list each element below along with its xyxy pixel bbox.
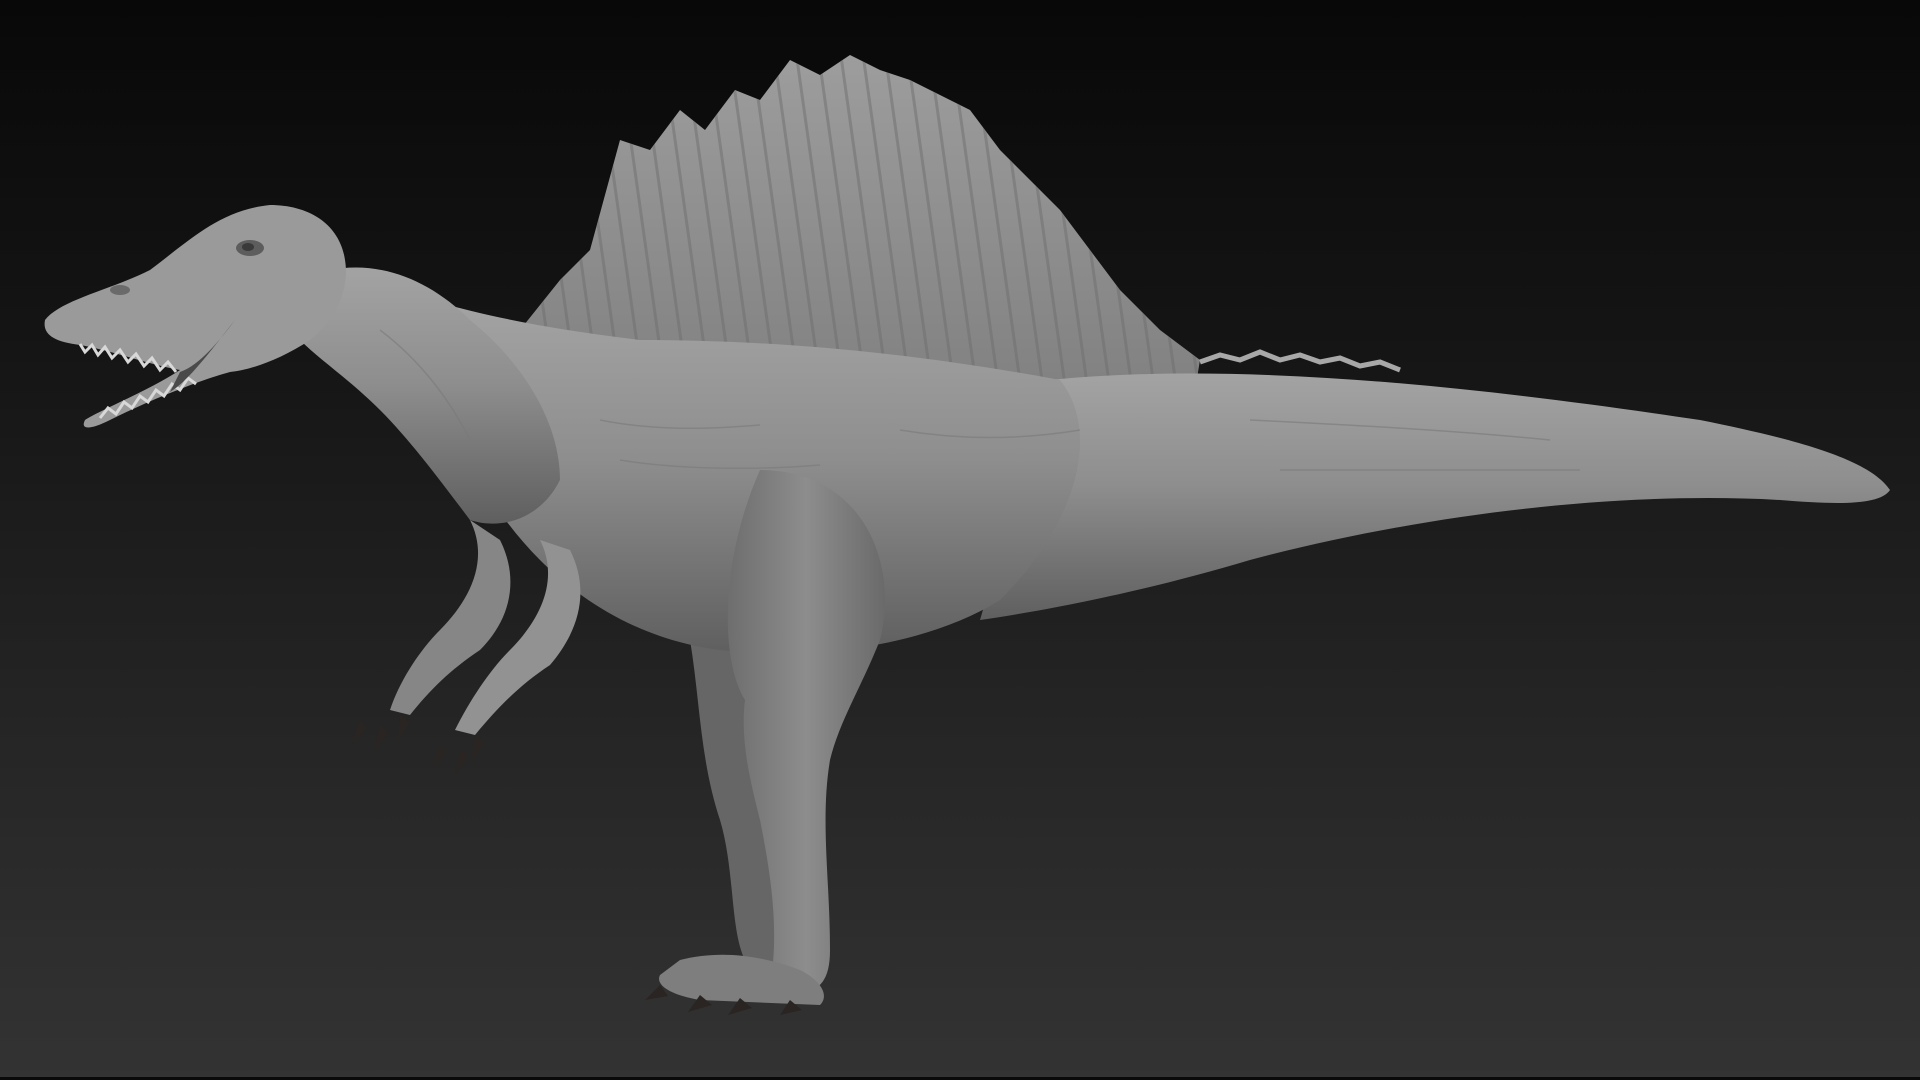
sculpt-viewport[interactable] (0, 0, 1920, 1080)
dinosaur-model (44, 55, 1890, 1015)
head-and-neck (44, 205, 560, 524)
tail (980, 349, 1890, 620)
